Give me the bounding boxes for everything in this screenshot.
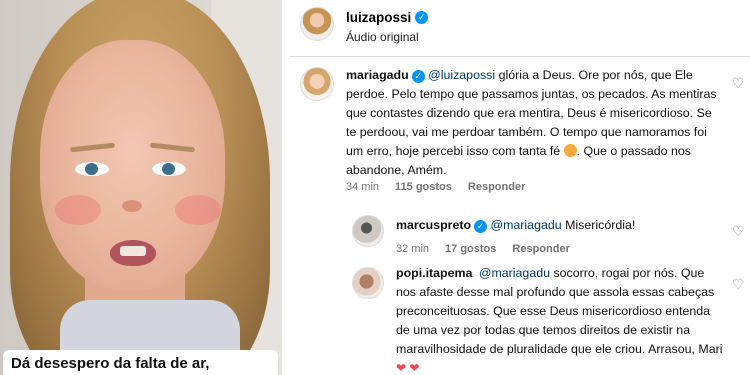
comment-likes[interactable]: 17 gostos: [445, 243, 496, 255]
left-eye: [75, 162, 109, 176]
reply-marcuspreto: marcuspreto ✓ @mariagadu Misericórdia!: [396, 216, 726, 235]
like-heart-icon[interactable]: ♡: [732, 277, 745, 291]
comment-mention[interactable]: @mariagadu: [491, 218, 562, 232]
comment-mention[interactable]: @mariagadu: [479, 266, 550, 280]
post-author-username[interactable]: luizapossi: [346, 10, 411, 25]
comments-panel: luizapossi ✓ Áudio original mariagadu ✓ @…: [290, 0, 750, 375]
reply-button[interactable]: Responder: [512, 243, 569, 255]
mouth: [110, 240, 156, 266]
video-caption: Dá desespero da falta de ar,: [3, 350, 278, 375]
verified-badge-icon: ✓: [415, 11, 429, 24]
comment-mariagadu: mariagadu ✓ @luizapossi glória a Deus. Or…: [346, 66, 721, 180]
reply-popi-itapema: popi.itapema @mariagadu socorro, rogai p…: [396, 264, 726, 375]
comment-username[interactable]: marcuspreto: [396, 218, 471, 232]
reply-button[interactable]: Responder: [468, 181, 525, 193]
comment-meta: 34 min 115 gostos Responder: [346, 181, 525, 193]
like-heart-icon[interactable]: ♡: [732, 224, 745, 238]
post-author-avatar[interactable]: [300, 7, 334, 41]
comment-text: Misericórdia!: [565, 218, 636, 232]
comment-time: 34 min: [346, 181, 380, 193]
header-divider: [290, 56, 750, 57]
video-frame[interactable]: Dá desespero da falta de ar,: [0, 0, 281, 375]
comment-mention[interactable]: @luizapossi: [428, 68, 495, 82]
nose: [122, 200, 142, 212]
verified-badge-icon: ✓: [411, 70, 425, 83]
left-cheek: [55, 195, 101, 225]
comment-likes[interactable]: 115 gostos: [395, 181, 452, 193]
smiling-face-emoji-icon: [563, 144, 577, 157]
panel-divider: [281, 0, 290, 375]
like-heart-icon[interactable]: ♡: [732, 76, 745, 90]
audio-label[interactable]: Áudio original: [346, 30, 419, 44]
comment-avatar-popi-itapema[interactable]: [352, 267, 384, 299]
comment-avatar-mariagadu[interactable]: [300, 67, 334, 101]
comment-avatar-marcuspreto[interactable]: [352, 215, 384, 247]
comment-username[interactable]: mariagadu: [346, 68, 409, 82]
right-cheek: [175, 195, 221, 225]
right-eye: [152, 162, 186, 176]
post-author: luizapossi ✓: [346, 10, 429, 25]
comment-username[interactable]: popi.itapema: [396, 266, 472, 280]
verified-badge-icon: ✓: [474, 220, 488, 233]
red-heart-icon: ❤ ❤: [396, 361, 420, 375]
comment-time: 32 min: [396, 243, 430, 255]
comment-meta: 32 min 17 gostos Responder: [396, 243, 570, 255]
